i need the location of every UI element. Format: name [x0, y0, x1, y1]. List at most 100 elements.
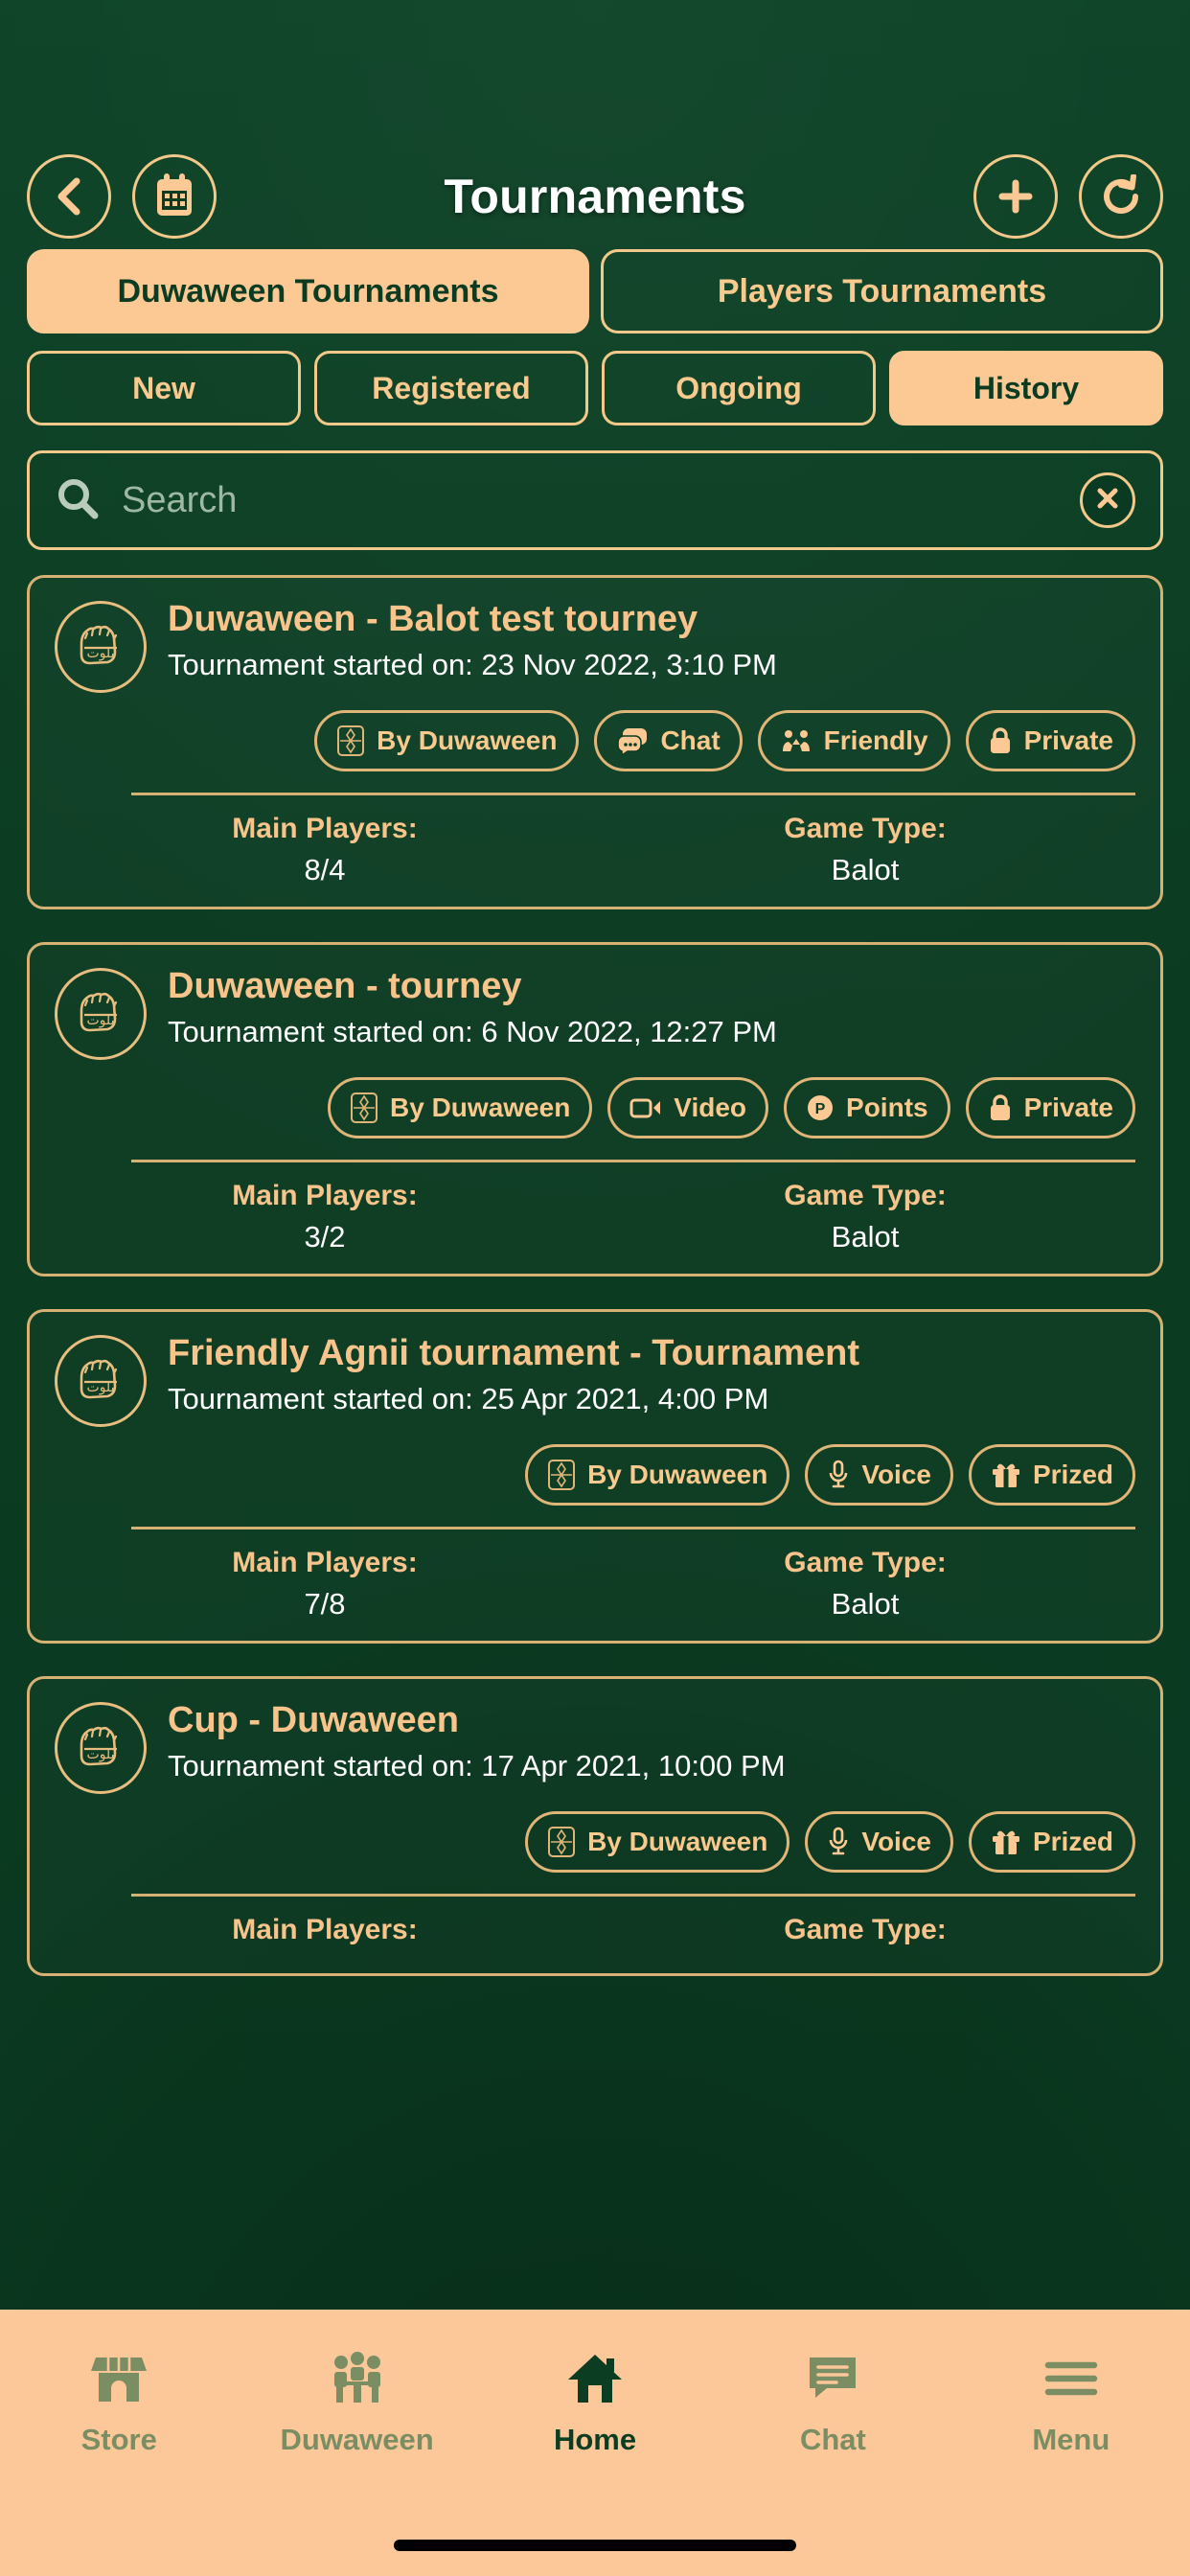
badge-by-duwaween[interactable]: By Duwaween — [525, 1444, 790, 1506]
header-right-actions — [973, 154, 1163, 239]
duwaween-emblem-icon — [547, 1826, 576, 1858]
tournament-title: Duwaween - tourney — [168, 966, 522, 1006]
badge-label: Private — [1023, 1092, 1113, 1122]
nav-item-duwaween[interactable]: Duwaween — [238, 2348, 475, 2457]
tournament-card[interactable]: بلوت Cup - Duwaween Tournament started o… — [27, 1676, 1163, 1976]
tab-players-tournaments[interactable]: Players Tournaments — [601, 249, 1163, 334]
tournament-card[interactable]: بلوت Duwaween - Balot test tourney Tourn… — [27, 575, 1163, 909]
main-tabs: Duwaween Tournaments Players Tournaments — [0, 249, 1190, 334]
badge-label: Prized — [1032, 1827, 1113, 1856]
tournaments-list[interactable]: بلوت Duwaween - Balot test tourney Tourn… — [0, 550, 1190, 2576]
stat-game-type: Game Type: — [595, 1914, 1135, 1954]
card-info: Duwaween - tourney Tournament started on… — [168, 966, 1135, 1049]
card-divider — [131, 1160, 1135, 1162]
badge-video[interactable]: Video — [607, 1077, 769, 1138]
card-stats: Main Players: 3/2 Game Type: Balot — [55, 1180, 1135, 1254]
refresh-button[interactable] — [1079, 154, 1163, 239]
svg-text:بلوت: بلوت — [87, 1747, 115, 1762]
home-indicator — [394, 2540, 796, 2551]
svg-text:بلوت: بلوت — [87, 646, 115, 661]
badge-voice[interactable]: Voice — [805, 1444, 953, 1506]
badge-friendly[interactable]: Friendly — [757, 710, 950, 771]
badge-by-duwaween[interactable]: By Duwaween — [314, 710, 580, 771]
lock-icon — [988, 1092, 1013, 1123]
badge-voice[interactable]: Voice — [805, 1811, 953, 1873]
badge-prized[interactable]: Prized — [968, 1811, 1135, 1873]
tournament-start-time: Tournament started on: 6 Nov 2022, 12:27… — [168, 1014, 777, 1048]
stat-label: Main Players: — [232, 1180, 418, 1211]
badge-row: By Duwaween Chat Friendly Private — [55, 710, 1135, 771]
search-input[interactable] — [122, 479, 1059, 521]
stat-main-players: Main Players: 8/4 — [55, 813, 595, 887]
calendar-icon — [152, 173, 196, 219]
stat-value: 7/8 — [304, 1587, 346, 1621]
subtab-label: New — [132, 370, 195, 405]
subtab-new[interactable]: New — [27, 351, 301, 426]
nav-item-home[interactable]: Home — [476, 2348, 714, 2457]
store-icon — [90, 2348, 148, 2409]
nav-item-store[interactable]: Store — [0, 2348, 238, 2457]
stat-label: Main Players: — [232, 1547, 418, 1578]
badge-label: By Duwaween — [587, 1827, 768, 1856]
subtab-label: Registered — [372, 370, 531, 405]
search-icon — [55, 475, 101, 526]
card-header: بلوت Cup - Duwaween Tournament started o… — [55, 1700, 1135, 1794]
badge-private[interactable]: Private — [965, 1077, 1135, 1138]
card-header: بلوت Duwaween - tourney Tournament start… — [55, 966, 1135, 1060]
subtab-registered[interactable]: Registered — [314, 351, 588, 426]
stat-value: Balot — [831, 1587, 900, 1621]
tournament-card[interactable]: بلوت Duwaween - tourney Tournament start… — [27, 942, 1163, 1276]
badge-label: By Duwaween — [390, 1092, 571, 1122]
card-divider — [131, 1527, 1135, 1530]
balot-emblem-icon: بلوت — [55, 968, 147, 1060]
search-bar[interactable] — [27, 450, 1163, 550]
badge-points[interactable]: P Points — [784, 1077, 950, 1138]
tournament-card[interactable]: بلوت Friendly Agnii tournament - Tournam… — [27, 1309, 1163, 1644]
calendar-button[interactable] — [132, 154, 217, 239]
badge-label: Points — [846, 1092, 928, 1122]
clear-search-button[interactable] — [1080, 472, 1135, 528]
stat-game-type: Game Type: Balot — [595, 1547, 1135, 1622]
people-table-icon — [327, 2348, 388, 2409]
card-info: Friendly Agnii tournament - Tournament T… — [168, 1333, 1135, 1416]
badge-by-duwaween[interactable]: By Duwaween — [525, 1811, 790, 1873]
badge-private[interactable]: Private — [965, 710, 1135, 771]
subtab-ongoing[interactable]: Ongoing — [602, 351, 876, 426]
stat-label: Main Players: — [232, 813, 418, 844]
add-tournament-button[interactable] — [973, 154, 1058, 239]
badge-label: By Duwaween — [587, 1460, 768, 1489]
nav-item-chat[interactable]: Chat — [714, 2348, 951, 2457]
duwaween-emblem-icon — [547, 1459, 576, 1491]
gift-icon — [991, 1460, 1021, 1489]
tournament-title: Friendly Agnii tournament - Tournament — [168, 1333, 859, 1373]
gift-icon — [991, 1828, 1021, 1856]
subtab-history[interactable]: History — [889, 351, 1163, 426]
subtab-label: History — [973, 370, 1080, 405]
refresh-icon — [1099, 174, 1143, 218]
badge-by-duwaween[interactable]: By Duwaween — [328, 1077, 593, 1138]
sub-tabs: New Registered Ongoing History — [0, 351, 1190, 426]
tab-duwaween-tournaments[interactable]: Duwaween Tournaments — [27, 249, 589, 334]
chat-icon — [804, 2348, 861, 2409]
card-stats: Main Players: 8/4 Game Type: Balot — [55, 813, 1135, 887]
nav-item-menu[interactable]: Menu — [952, 2348, 1190, 2457]
card-stats: Main Players: 7/8 Game Type: Balot — [55, 1547, 1135, 1622]
subtab-label: Ongoing — [675, 370, 802, 405]
badge-label: By Duwaween — [377, 725, 558, 755]
stat-value: 3/2 — [304, 1220, 346, 1254]
nav-label: Menu — [1032, 2423, 1110, 2456]
tournament-title: Cup - Duwaween — [168, 1700, 460, 1740]
back-button[interactable] — [27, 154, 111, 239]
nav-label: Duwaween — [280, 2423, 434, 2456]
balot-emblem-icon: بلوت — [55, 601, 147, 693]
badge-row: By Duwaween Voice Prized — [55, 1811, 1135, 1873]
badge-row: By Duwaween Video P Points Private — [55, 1077, 1135, 1138]
stat-value: 8/4 — [304, 853, 346, 886]
badge-chat[interactable]: Chat — [594, 710, 743, 771]
stat-label: Game Type: — [784, 1914, 947, 1945]
badge-prized[interactable]: Prized — [968, 1444, 1135, 1506]
video-camera-icon — [629, 1095, 662, 1120]
badge-label: Prized — [1032, 1460, 1113, 1489]
tournament-title: Duwaween - Balot test tourney — [168, 599, 698, 639]
lock-icon — [988, 725, 1013, 756]
